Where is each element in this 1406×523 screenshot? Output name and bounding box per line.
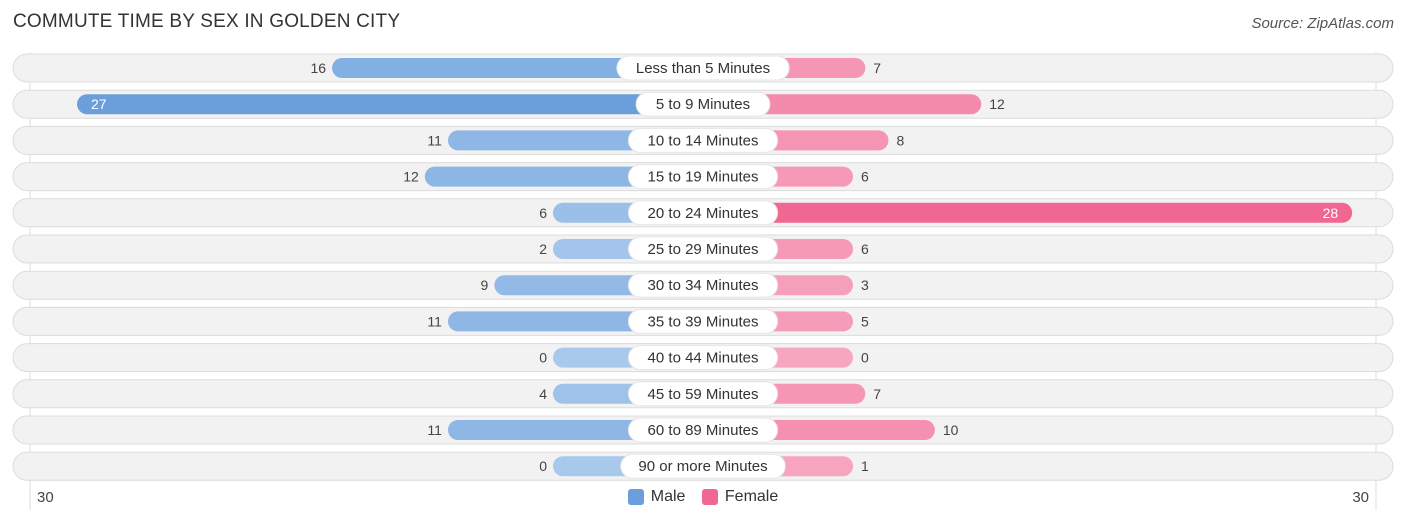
chart-canvas: 16 7Less than 5 Minutes27 125 to 9 Minutes… xyxy=(12,52,1394,510)
female-value-label: 3 xyxy=(861,277,869,293)
category-label: 10 to 14 Minutes xyxy=(648,132,759,149)
female-value-label: 12 xyxy=(989,96,1005,112)
male-value-label: 12 xyxy=(403,169,419,185)
male-value-label: 11 xyxy=(427,132,442,148)
male-value-label: 27 xyxy=(91,96,107,112)
category-label: 35 to 39 Minutes xyxy=(648,313,759,330)
category-label: 60 to 89 Minutes xyxy=(648,422,759,439)
legend-item-male: Male xyxy=(627,488,686,506)
category-label: 40 to 44 Minutes xyxy=(648,350,759,367)
male-value-label: 11 xyxy=(427,313,442,329)
category-label: 5 to 9 Minutes xyxy=(656,96,750,113)
female-value-label: 8 xyxy=(896,132,904,148)
category-label: 90 or more Minutes xyxy=(638,458,767,475)
legend: Male Female xyxy=(0,488,1406,510)
male-value-label: 11 xyxy=(427,422,442,438)
male-value-label: 16 xyxy=(310,60,326,76)
male-value-label: 0 xyxy=(539,350,547,366)
legend-label-female: Female xyxy=(724,488,779,505)
female-value-label: 6 xyxy=(861,169,869,185)
category-label: 30 to 34 Minutes xyxy=(648,277,759,294)
category-label: Less than 5 Minutes xyxy=(636,60,770,77)
male-value-label: 9 xyxy=(481,277,489,293)
female-value-label: 0 xyxy=(861,350,869,366)
legend-item-female: Female xyxy=(701,488,779,506)
legend-swatch-male xyxy=(627,489,644,505)
category-label: 20 to 24 Minutes xyxy=(648,205,759,222)
female-value-label: 6 xyxy=(861,241,869,257)
category-label: 15 to 19 Minutes xyxy=(648,169,759,186)
category-label: 25 to 29 Minutes xyxy=(648,241,759,258)
legend-swatch-female xyxy=(701,489,718,505)
female-value-label: 10 xyxy=(943,422,959,438)
male-value-label: 4 xyxy=(539,386,547,402)
male-bar xyxy=(77,94,703,115)
category-label: 45 to 59 Minutes xyxy=(648,386,759,403)
female-bar xyxy=(703,202,1353,223)
female-value-label: 1 xyxy=(861,458,869,474)
legend-label-male: Male xyxy=(650,488,686,505)
female-value-label: 7 xyxy=(873,60,881,76)
female-value-label: 5 xyxy=(861,313,869,329)
female-value-label: 28 xyxy=(1323,205,1339,221)
male-value-label: 2 xyxy=(539,241,547,257)
male-value-label: 6 xyxy=(539,205,547,221)
male-value-label: 0 xyxy=(539,458,547,474)
female-value-label: 7 xyxy=(873,386,881,402)
